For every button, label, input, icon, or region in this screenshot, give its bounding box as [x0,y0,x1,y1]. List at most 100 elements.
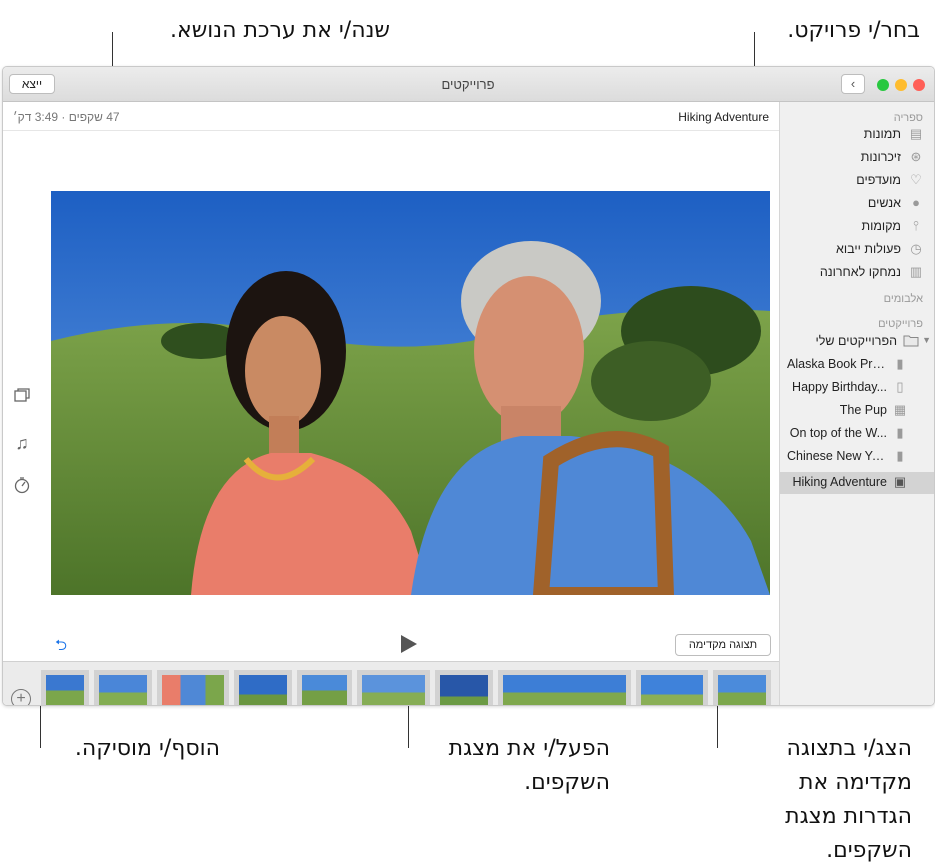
sidebar-item-label: Happy Birthday... [792,380,887,394]
callout-play: הפעל/י את מצגת השקפים. [415,732,610,800]
sidebar-item-memories[interactable]: ⊛ זיכרונות [780,147,934,169]
sidebar-folder-my-projects[interactable]: ▼ הפרוייקטים שלי [780,331,934,353]
slide-photo [51,191,770,595]
minimize-button[interactable] [895,79,907,91]
zoom-button[interactable] [877,79,889,91]
sidebar-item-recently-deleted[interactable]: ▥ נמחקו לאחרונה [780,262,934,284]
disclosure-triangle-icon[interactable]: ▼ [922,335,931,345]
photos-window: ייצא פרוייקטים ‹ 47 שקפים · 3:49 דק׳ Hik… [2,66,935,706]
sidebar-header-projects: פרוייקטים [878,318,923,330]
memories-icon: ⊛ [910,149,922,164]
music-note-icon[interactable]: ♫ [11,432,33,454]
sidebar-item-label: הפרוייקטים שלי [815,334,897,348]
slide-image [162,675,224,705]
callout-preview-line2: מקדימה את [799,770,912,795]
callout-play-line2: השקפים. [524,770,610,795]
sidebar-item-label: On top of the W... [789,426,887,440]
slide-thumbnail[interactable]: 7 [234,670,292,705]
sidebar-item-label: מקומות [861,219,901,233]
sidebar-item-label: פעולות ייבוא [836,242,901,256]
sidebar-item-project[interactable]: ▦ The Pup [780,400,934,422]
callout-music: הוסף/י מוסיקה. [74,736,220,761]
loop-icon[interactable]: ⮌ [51,635,71,657]
callout-preview-line4: השקפים. [826,838,912,863]
sidebar-item-project[interactable]: ▮ On top of the W... [780,423,934,445]
slide-thumbnail[interactable]: 4 [435,670,493,705]
sidebar-item-project[interactable]: ▮ Chinese New Year [780,446,934,468]
slide-thumbnail[interactable]: 5 [357,670,430,705]
sidebar-item-photos[interactable]: ▤ תמונות [780,124,934,146]
card-icon: ▯ [896,379,904,394]
callout-project: בחר/י פרויקט. [787,18,920,43]
project-meta: 47 שקפים · 3:49 דק׳ [13,110,120,124]
preview-button[interactable]: תצוגה מקדימה [675,634,771,656]
sidebar-item-project[interactable]: ▮ Alaska Book Proj... [780,354,934,376]
sidebar-header-library: ספריה [893,112,923,124]
slide-thumbnail[interactable]: 6 [297,670,352,705]
calendar-icon: ▦ [893,402,907,417]
project-info-bar: 47 שקפים · 3:49 דק׳ Hiking Adventure [3,102,779,131]
callout-preview-line1: הצג/י בתצוגה [786,736,912,761]
slide-image [641,675,703,705]
sidebar: ספריה ▤ תמונות ⊛ זיכרונות ♡ מועדפים ● אנ… [779,102,934,705]
sidebar-item-label: תמונות [863,127,901,141]
slide-thumbnail[interactable]: 3 [498,670,631,705]
play-icon[interactable] [401,635,417,653]
filmstrip: + 10 9 8 7 6 5 [3,661,779,705]
slide-image [440,675,488,705]
window-title: פרוייקטים [441,77,495,92]
slide-image [503,675,626,705]
sidebar-item-label: זיכרונות [860,150,901,164]
export-button[interactable]: ייצא [9,74,55,94]
callout-theme: שנה/י את ערכת הנושא. [170,18,390,43]
heart-icon: ♡ [910,172,922,187]
close-button[interactable] [913,79,925,91]
people-icon: ● [912,195,920,210]
callout-preview-line3: הגדרות מצגת [785,804,912,829]
slide-thumbnail[interactable]: 9 [94,670,152,705]
project-title[interactable]: Hiking Adventure [678,110,769,124]
sidebar-header-albums: אלבומים [883,293,923,305]
timer-icon[interactable] [11,476,33,498]
sidebar-item-people[interactable]: ● אנשים [780,193,934,215]
book-icon: ▮ [896,448,904,463]
theme-icon[interactable] [11,386,33,408]
book-icon: ▮ [896,356,904,371]
slide-image [718,675,766,705]
slide-thumbnail[interactable]: 1 [713,670,771,705]
book-icon: ▮ [896,425,904,440]
slide-image [362,675,425,705]
trash-icon: ▥ [909,264,923,279]
sidebar-item-places[interactable]: ⫯ מקומות [780,216,934,238]
sidebar-item-imports[interactable]: ◷ פעולות ייבוא [780,239,934,261]
photos-icon: ▤ [909,126,923,141]
callout-preview: הצג/י בתצוגה מקדימה את הגדרות מצגת השקפי… [722,732,912,868]
slide-thumbnail[interactable]: 10 [41,670,89,705]
sidebar-item-label: The Pup [839,403,887,417]
slide-image [239,675,287,705]
clock-icon: ◷ [910,241,922,256]
folder-icon [903,334,919,348]
sidebar-item-favorites[interactable]: ♡ מועדפים [780,170,934,192]
sidebar-item-label: נמחקו לאחרונה [819,265,901,279]
sidebar-item-label: Chinese New Year [787,449,887,463]
slide-image [302,675,347,705]
slideshow-icon: ▣ [893,474,907,489]
sidebar-item-project[interactable]: ▯ Happy Birthday... [780,377,934,399]
slide-thumbnail[interactable]: 8 [157,670,229,705]
slide-image [46,675,84,705]
slide-thumbnail[interactable]: 2 [636,670,708,705]
sidebar-item-label: מועדפים [856,173,901,187]
sidebar-item-label: Alaska Book Proj... [787,357,887,371]
sidebar-item-project-selected[interactable]: ▣ Hiking Adventure [780,472,934,494]
title-bar: ייצא פרוייקטים ‹ [3,67,934,102]
project-editor: 47 שקפים · 3:49 דק׳ Hiking Adventure ♫ ⮌… [3,102,779,705]
back-button[interactable]: ‹ [841,74,865,94]
add-circle-icon[interactable]: + [11,689,31,705]
slide-image [99,675,147,705]
sidebar-item-label: אנשים [867,196,901,210]
callout-play-line1: הפעל/י את מצגת [448,736,610,761]
chevron-left-icon: ‹ [850,76,856,91]
sidebar-item-label: Hiking Adventure [792,475,887,489]
pin-icon: ⫯ [913,218,919,233]
